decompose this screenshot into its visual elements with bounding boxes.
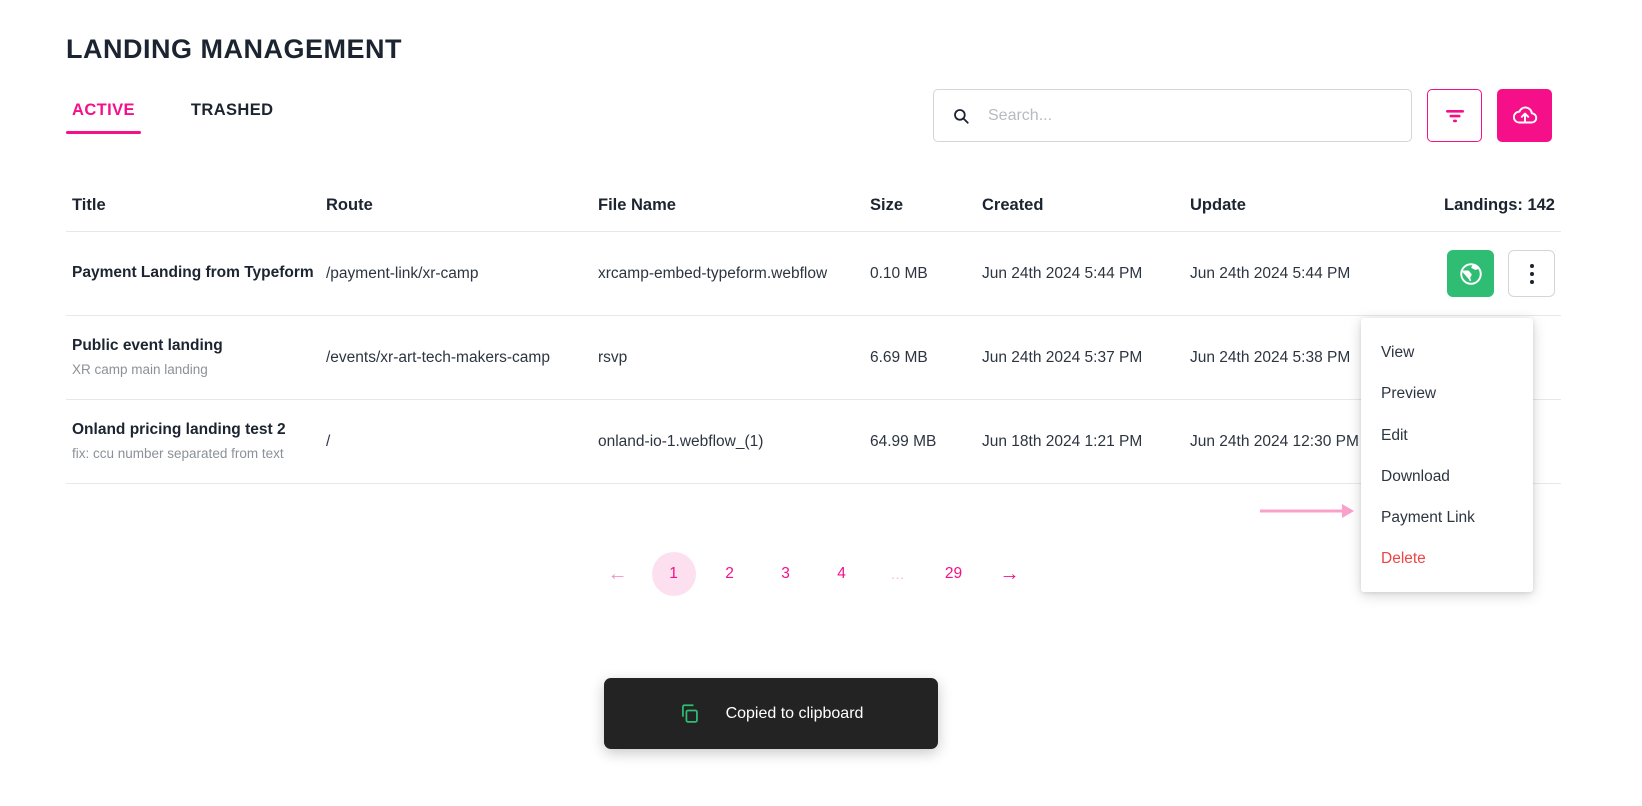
pagination-page-29[interactable]: 29 xyxy=(932,552,976,596)
landing-management-page: LANDING MANAGEMENT ACTIVE TRASHED Title … xyxy=(0,0,1642,806)
toast-notification: Copied to clipboard xyxy=(604,678,938,749)
menu-item-view[interactable]: View xyxy=(1361,332,1533,373)
menu-item-preview[interactable]: Preview xyxy=(1361,373,1533,414)
menu-item-delete[interactable]: Delete xyxy=(1361,538,1533,579)
table-row: Onland pricing landing test 2 fix: ccu n… xyxy=(66,400,1561,484)
dot-icon xyxy=(1529,271,1534,276)
cell-created: Jun 24th 2024 5:44 PM xyxy=(982,264,1143,282)
row-subtitle: fix: ccu number separated from text xyxy=(72,446,284,462)
row-title: Onland pricing landing test 2 xyxy=(72,420,286,438)
cell-filename: xrcamp-embed-typeform.webflow xyxy=(598,264,828,282)
cell-filename: rsvp xyxy=(598,348,628,366)
pointer-arrow-icon xyxy=(1260,504,1354,518)
cell-size: 64.99 MB xyxy=(870,432,937,450)
cloud-upload-icon xyxy=(1512,106,1537,123)
cell-title: Public event landing XR camp main landin… xyxy=(66,325,320,390)
tab-bar: ACTIVE TRASHED xyxy=(66,100,279,134)
upload-button[interactable] xyxy=(1497,89,1552,142)
pagination-page-3[interactable]: 3 xyxy=(764,552,808,596)
dot-icon xyxy=(1529,279,1534,284)
row-menu-button[interactable] xyxy=(1508,250,1555,297)
cell-created: Jun 18th 2024 1:21 PM xyxy=(982,432,1143,450)
row-subtitle: XR camp main landing xyxy=(72,362,208,378)
cell-actions xyxy=(1392,240,1561,307)
column-header-route: Route xyxy=(326,195,373,214)
publish-globe-button[interactable] xyxy=(1447,250,1494,297)
search-icon xyxy=(954,108,969,124)
cell-size: 6.69 MB xyxy=(870,348,928,366)
column-header-created: Created xyxy=(982,195,1044,214)
globe-icon xyxy=(1459,262,1482,285)
filter-icon xyxy=(1445,109,1464,122)
row-title: Payment Landing from Typeform xyxy=(72,264,314,282)
cell-filename: onland-io-1.webflow_(1) xyxy=(598,432,764,450)
tab-trashed[interactable]: TRASHED xyxy=(185,100,280,134)
copy-icon xyxy=(681,704,698,723)
column-header-size: Size xyxy=(870,195,904,214)
search-box[interactable] xyxy=(933,89,1412,142)
cell-title: Onland pricing landing test 2 fix: ccu n… xyxy=(66,409,320,474)
pagination-ellipsis: … xyxy=(890,566,905,582)
landings-table: Title Route File Name Size Created Updat… xyxy=(66,180,1561,484)
table-header-row: Title Route File Name Size Created Updat… xyxy=(66,180,1561,232)
pagination: ← 1 2 3 4 … 29 → xyxy=(66,552,1561,596)
cell-size: 0.10 MB xyxy=(870,264,928,282)
menu-item-download[interactable]: Download xyxy=(1361,456,1533,497)
pagination-page-2[interactable]: 2 xyxy=(708,552,752,596)
row-context-menu: View Preview Edit Download Payment Link … xyxy=(1361,318,1533,592)
cell-update: Jun 24th 2024 5:44 PM xyxy=(1190,264,1351,282)
row-title: Public event landing xyxy=(72,336,223,354)
menu-item-payment-link[interactable]: Payment Link xyxy=(1361,497,1533,538)
table-row: Public event landing XR camp main landin… xyxy=(66,316,1561,400)
pagination-page-1[interactable]: 1 xyxy=(651,552,696,596)
tab-active[interactable]: ACTIVE xyxy=(66,100,141,134)
page-title: LANDING MANAGEMENT xyxy=(66,34,402,64)
landings-count: Landings: 142 xyxy=(1444,195,1555,214)
column-header-filename: File Name xyxy=(598,195,676,214)
cell-route: / xyxy=(326,432,331,450)
cell-route: /events/xr-art-tech-makers-camp xyxy=(326,348,550,366)
pagination-page-4[interactable]: 4 xyxy=(820,552,864,596)
menu-item-edit[interactable]: Edit xyxy=(1361,415,1533,456)
cell-created: Jun 24th 2024 5:37 PM xyxy=(982,348,1143,366)
search-input[interactable] xyxy=(986,105,1393,126)
pagination-next[interactable]: → xyxy=(988,552,1032,596)
column-header-update: Update xyxy=(1190,195,1246,214)
toast-message: Copied to clipboard xyxy=(725,704,864,722)
cell-route: /payment-link/xr-camp xyxy=(326,264,479,282)
filter-button[interactable] xyxy=(1427,89,1482,142)
table-row: Payment Landing from Typeform /payment-l… xyxy=(66,232,1561,316)
pagination-prev[interactable]: ← xyxy=(596,552,640,596)
cell-title: Payment Landing from Typeform xyxy=(66,252,320,294)
column-header-title: Title xyxy=(72,195,106,214)
dot-icon xyxy=(1529,263,1534,268)
